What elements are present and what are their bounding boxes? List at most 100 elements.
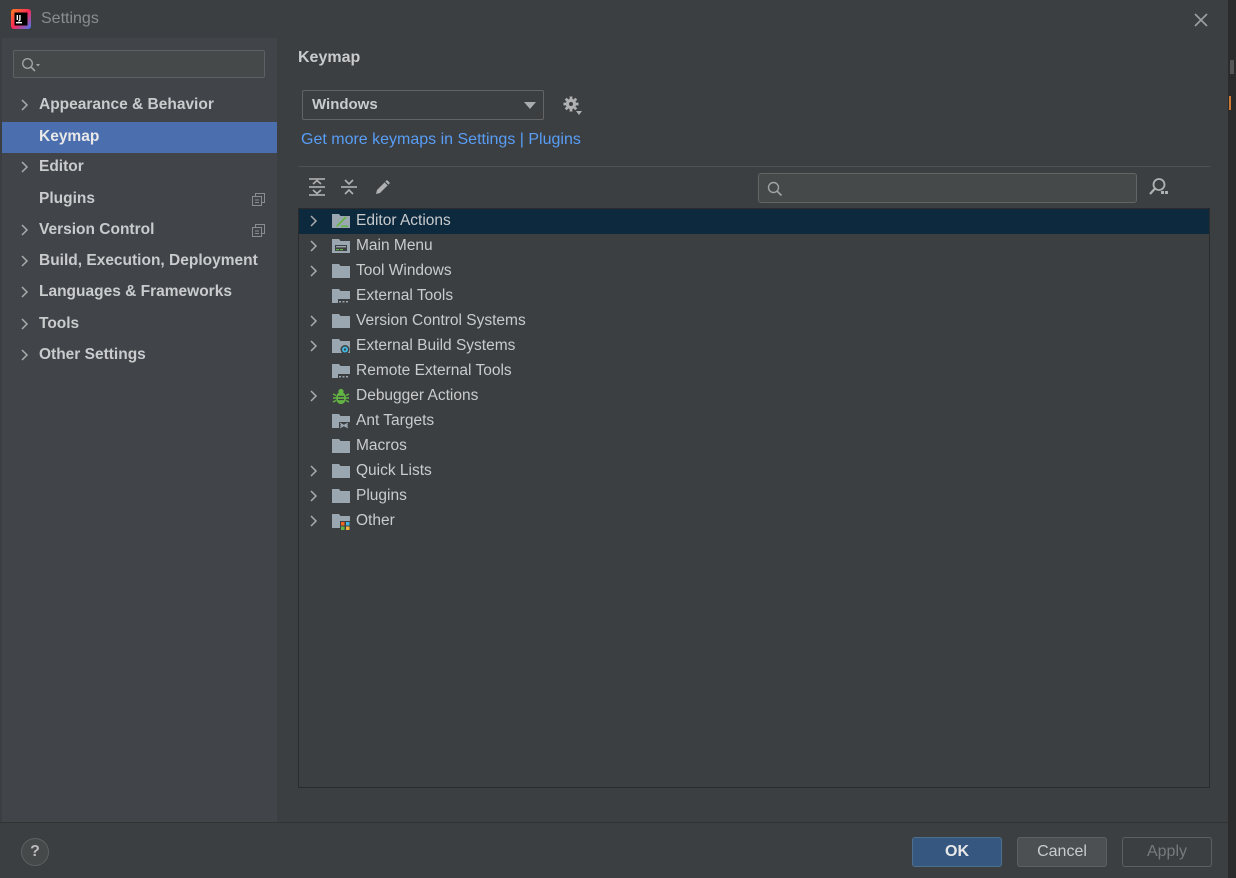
tree-row-tool-windows[interactable]: Tool Windows (299, 259, 1209, 284)
sidebar-item-label: Version Control (39, 221, 155, 238)
tree-row-label: Quick Lists (356, 462, 432, 479)
debugger-bug-icon (332, 388, 350, 404)
svg-text:IJ: IJ (16, 14, 21, 22)
other-folder-icon (332, 514, 351, 530)
folder-icon (332, 439, 350, 453)
tree-row-other[interactable]: Other (299, 509, 1209, 534)
folder-icon (332, 489, 350, 503)
chevron-right-icon[interactable] (20, 161, 30, 173)
tree-row-ant-targets[interactable]: Ant Targets (299, 409, 1209, 434)
chevron-right-icon[interactable] (309, 315, 319, 327)
external-tools-folder-icon (332, 364, 350, 379)
sidebar-search-input[interactable] (44, 53, 262, 77)
sidebar-item-tools[interactable]: Tools (2, 309, 277, 340)
page-title: Keymap (298, 49, 361, 66)
expand-all-icon[interactable] (306, 176, 328, 198)
gear-icon[interactable] (563, 96, 583, 116)
chevron-right-icon[interactable] (20, 99, 30, 111)
tree-row-macros[interactable]: Macros (299, 434, 1209, 459)
ok-button[interactable]: OK (912, 837, 1002, 867)
ant-targets-folder-icon (332, 414, 350, 429)
tree-row-remote-external-tools[interactable]: Remote External Tools (299, 359, 1209, 384)
chevron-right-icon[interactable] (309, 515, 319, 527)
folder-icon (332, 464, 350, 478)
help-button[interactable]: ? (21, 838, 49, 866)
sidebar-item-keymap[interactable]: Keymap (2, 122, 277, 153)
chevron-right-icon[interactable] (309, 340, 319, 352)
close-icon[interactable] (1190, 9, 1212, 31)
edit-pencil-icon[interactable] (372, 176, 394, 198)
tree-row-debugger-actions[interactable]: Debugger Actions (299, 384, 1209, 409)
chevron-right-icon[interactable] (309, 215, 319, 227)
more-keymaps-link[interactable]: Get more keymaps in Settings | Plugins (301, 131, 581, 149)
tree-row-label: External Tools (356, 287, 454, 304)
sidebar-item-label: Keymap (39, 128, 100, 145)
chevron-right-icon[interactable] (20, 349, 30, 361)
folder-icon (332, 314, 350, 328)
footer-divider (0, 822, 1228, 823)
sidebar-item-plugins[interactable]: Plugins (2, 184, 277, 215)
sidebar-item-version-control[interactable]: Version Control (2, 215, 277, 246)
intellij-logo-icon: IJ (11, 9, 31, 29)
collapse-all-icon[interactable] (338, 176, 360, 198)
title-bar: IJ Settings (0, 0, 1228, 38)
find-by-shortcut-icon[interactable] (1148, 177, 1170, 197)
background-app-edge (1228, 0, 1236, 878)
main-menu-folder-icon (332, 239, 350, 253)
tree-row-version-control-systems[interactable]: Version Control Systems (299, 309, 1209, 334)
shortcut-search-input[interactable] (789, 178, 1133, 200)
chevron-right-icon[interactable] (20, 224, 30, 236)
chevron-right-icon[interactable] (20, 255, 30, 267)
chevron-right-icon[interactable] (309, 240, 319, 252)
actions-tree: Editor Actions Main Menu Tool Windows Ex… (298, 208, 1210, 788)
chevron-right-icon[interactable] (20, 318, 30, 330)
sidebar-item-label: Editor (39, 158, 84, 175)
settings-sidebar: Appearance & Behavior Keymap Editor Plug… (2, 38, 277, 822)
tree-row-external-build-systems[interactable]: External Build Systems (299, 334, 1209, 359)
chevron-right-icon[interactable] (309, 465, 319, 477)
keymap-dropdown[interactable]: Windows (302, 90, 544, 120)
folder-icon (332, 264, 350, 278)
chevron-right-icon[interactable] (309, 490, 319, 502)
tree-row-plugins[interactable]: Plugins (299, 484, 1209, 509)
sidebar-item-label: Other Settings (39, 346, 146, 363)
chevron-right-icon[interactable] (309, 265, 319, 277)
tree-row-label: Plugins (356, 487, 407, 504)
tree-row-label: Other (356, 512, 395, 529)
editor-actions-icon (332, 214, 350, 228)
sidebar-item-languages-frameworks[interactable]: Languages & Frameworks (2, 277, 277, 308)
sidebar-item-label: Appearance & Behavior (39, 96, 214, 113)
sidebar-item-other-settings[interactable]: Other Settings (2, 340, 277, 371)
settings-dialog: IJ Settings Appearance & Behavior Keymap (0, 0, 1228, 878)
tree-row-main-menu[interactable]: Main Menu (299, 234, 1209, 259)
sidebar-item-label: Tools (39, 315, 80, 332)
search-icon (21, 57, 40, 72)
keymap-panel: Keymap Windows Get more keymaps in Setti… (278, 38, 1228, 822)
build-systems-folder-icon (332, 339, 350, 354)
divider (298, 166, 1210, 167)
sidebar-item-editor[interactable]: Editor (2, 152, 277, 183)
tree-row-quick-lists[interactable]: Quick Lists (299, 459, 1209, 484)
sidebar-item-label: Languages & Frameworks (39, 283, 232, 300)
keymap-dropdown-value: Windows (312, 96, 378, 113)
tree-row-label: Main Menu (356, 237, 433, 254)
tree-row-label: Ant Targets (356, 412, 435, 429)
search-icon (767, 181, 783, 197)
apply-button[interactable]: Apply (1122, 837, 1212, 867)
tree-row-external-tools[interactable]: External Tools (299, 284, 1209, 309)
tree-row-label: Version Control Systems (356, 312, 526, 329)
chevron-right-icon[interactable] (309, 390, 319, 402)
sidebar-item-appearance-behavior[interactable]: Appearance & Behavior (2, 90, 277, 121)
sidebar-item-label: Build, Execution, Deployment (39, 252, 258, 269)
chevron-right-icon[interactable] (20, 286, 30, 298)
shortcut-search-field[interactable] (758, 173, 1137, 203)
sidebar-item-build-execution-deployment[interactable]: Build, Execution, Deployment (2, 246, 277, 277)
sidebar-search-field[interactable] (13, 50, 265, 78)
sidebar-item-label: Plugins (39, 190, 95, 207)
copy-icon (252, 193, 265, 206)
cancel-button[interactable]: Cancel (1017, 837, 1107, 867)
window-title: Settings (41, 10, 99, 27)
tree-row-label: Tool Windows (356, 262, 452, 279)
dropdown-arrow-icon (524, 102, 536, 109)
tree-row-editor-actions[interactable]: Editor Actions (299, 209, 1209, 234)
